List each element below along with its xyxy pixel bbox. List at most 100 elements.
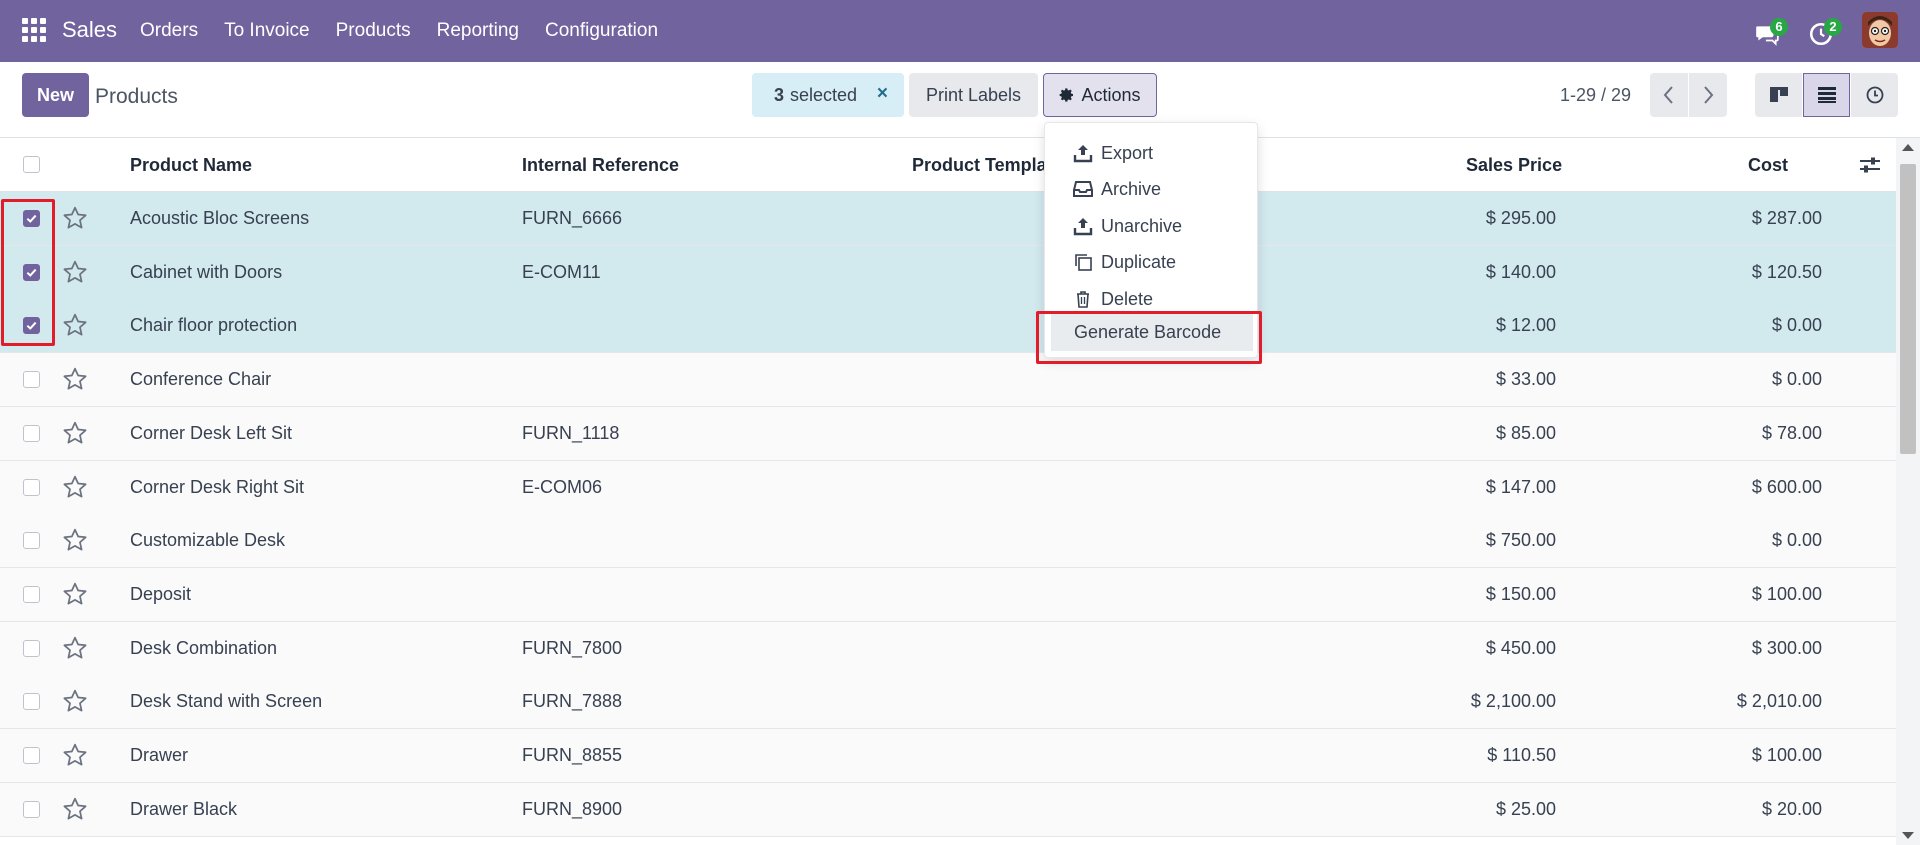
- cell-sales-price: $ 25.00: [1495, 798, 1556, 819]
- pager-previous-button[interactable]: [1650, 73, 1688, 117]
- menu-products[interactable]: Products: [336, 20, 411, 42]
- favorite-star-icon[interactable]: [62, 796, 88, 822]
- row-checkbox[interactable]: [23, 747, 40, 764]
- favorite-star-icon[interactable]: [62, 312, 88, 338]
- row-checkbox[interactable]: [23, 693, 40, 711]
- actions-button[interactable]: Actions: [1043, 73, 1157, 117]
- cell-sales-price: $ 150.00: [1485, 583, 1556, 604]
- action-export[interactable]: Export: [1073, 139, 1153, 167]
- action-unarchive-label: Unarchive: [1101, 215, 1183, 236]
- table-row[interactable]: Deposit $ 150.00 $ 100.00: [0, 567, 1896, 622]
- cell-cost: $ 2,010.00: [1736, 691, 1822, 712]
- action-delete[interactable]: Delete: [1073, 285, 1153, 313]
- activity-view-button[interactable]: [1851, 73, 1898, 117]
- cell-cost: $ 287.00: [1751, 208, 1822, 228]
- header-product-template[interactable]: Product Templa: [912, 155, 1047, 176]
- row-checkbox[interactable]: [23, 478, 40, 496]
- table-row[interactable]: Desk Combination FURN_7800 $ 450.00 $ 300.0…: [0, 621, 1896, 676]
- pager-value[interactable]: 1-29 / 29: [1560, 85, 1631, 106]
- table-row[interactable]: Conference Chair $ 33.00 $ 0.00: [0, 353, 1896, 408]
- header-sales-price[interactable]: Sales Price: [1466, 155, 1562, 176]
- action-duplicate-label: Duplicate: [1101, 251, 1177, 272]
- row-checkbox[interactable]: [23, 800, 40, 818]
- cell-internal-reference: FURN_7888: [522, 691, 623, 712]
- cell-sales-price: $ 110.50: [1487, 745, 1556, 765]
- row-checkbox[interactable]: [23, 317, 40, 335]
- activities-button[interactable]: 2: [1808, 15, 1842, 46]
- header-cost[interactable]: Cost: [1748, 155, 1788, 176]
- pager-next-button[interactable]: [1689, 73, 1727, 117]
- clear-selection-icon[interactable]: ×: [877, 83, 888, 105]
- chevron-left-icon: [1663, 86, 1673, 104]
- column-settings-icon[interactable]: [1858, 154, 1882, 176]
- selected-count: 3: [774, 84, 785, 105]
- table-row[interactable]: Corner Desk Right Sit E-COM06 $ 147.00 $ 60…: [0, 460, 1896, 515]
- activities-badge: 2: [1824, 18, 1842, 36]
- favorite-star-icon[interactable]: [62, 527, 88, 553]
- messages-button[interactable]: 6: [1754, 15, 1788, 46]
- favorite-star-icon[interactable]: [62, 420, 88, 446]
- favorite-star-icon[interactable]: [62, 474, 88, 500]
- cell-internal-reference: FURN_7800: [522, 637, 623, 658]
- print-labels-button[interactable]: Print Labels: [909, 73, 1038, 117]
- cell-product-name: Conference Chair: [130, 369, 272, 390]
- table-row[interactable]: Acoustic Bloc Screens FURN_6666 $ 295.00 $ …: [0, 192, 1896, 246]
- table-row[interactable]: Desk Stand with Screen FURN_7888 $ 2,100.0…: [0, 675, 1896, 730]
- header-product-name[interactable]: Product Name: [130, 155, 252, 176]
- inbox-icon: [1073, 181, 1093, 197]
- vertical-scrollbar[interactable]: [1896, 138, 1920, 845]
- table-row[interactable]: Chair floor protection $ 12.00 $ 0.00: [0, 299, 1896, 354]
- cell-internal-reference: FURN_8855: [522, 745, 623, 765]
- avatar-face-icon: [1862, 12, 1898, 48]
- scroll-up-arrow[interactable]: [1902, 144, 1914, 151]
- favorite-star-icon[interactable]: [62, 205, 88, 231]
- apps-menu-icon[interactable]: [22, 18, 46, 42]
- table-row[interactable]: Customizable Desk $ 750.00 $ 0.00: [0, 514, 1896, 569]
- action-archive[interactable]: Archive: [1073, 175, 1161, 203]
- favorite-star-icon[interactable]: [62, 635, 88, 661]
- favorite-star-icon[interactable]: [62, 742, 88, 768]
- menu-configuration[interactable]: Configuration: [545, 20, 658, 42]
- row-checkbox[interactable]: [23, 210, 40, 227]
- action-generate-barcode[interactable]: Generate Barcode: [1051, 313, 1253, 351]
- table-row[interactable]: Corner Desk Left Sit FURN_1118 $ 85.00 $ 78…: [0, 406, 1896, 461]
- favorite-star-icon[interactable]: [62, 366, 88, 392]
- menu-orders[interactable]: Orders: [140, 20, 198, 42]
- row-checkbox[interactable]: [23, 532, 40, 550]
- list-view-button[interactable]: [1803, 73, 1850, 117]
- cell-internal-reference: FURN_1118: [522, 422, 620, 443]
- cell-cost: $ 78.00: [1761, 422, 1822, 443]
- favorite-star-icon[interactable]: [62, 259, 88, 285]
- cell-cost: $ 100.00: [1751, 583, 1822, 604]
- app-brand[interactable]: Sales: [62, 17, 117, 43]
- scroll-down-arrow[interactable]: [1902, 832, 1914, 839]
- list-icon: [1817, 87, 1836, 103]
- user-avatar[interactable]: [1862, 12, 1898, 48]
- menu-reporting[interactable]: Reporting: [437, 20, 519, 42]
- kanban-view-button[interactable]: [1755, 73, 1802, 117]
- row-checkbox[interactable]: [23, 371, 40, 389]
- row-checkbox[interactable]: [23, 263, 40, 281]
- trash-icon: [1077, 291, 1089, 308]
- new-button[interactable]: New: [22, 73, 89, 117]
- table-row[interactable]: Cabinet with Doors E-COM11 $ 140.00 $ 120.5…: [0, 245, 1896, 300]
- table-row[interactable]: Drawer Black FURN_8900 $ 25.00 $ 20.00: [0, 782, 1896, 837]
- favorite-star-icon[interactable]: [62, 688, 88, 714]
- header-internal-reference[interactable]: Internal Reference: [522, 155, 679, 176]
- action-unarchive[interactable]: Unarchive: [1073, 212, 1182, 240]
- cell-sales-price: $ 12.00: [1495, 315, 1556, 336]
- scroll-thumb[interactable]: [1900, 164, 1916, 454]
- cell-product-name: Deposit: [130, 583, 192, 604]
- cell-internal-reference: E-COM06: [522, 476, 603, 497]
- favorite-star-icon[interactable]: [62, 581, 88, 607]
- cell-sales-price: $ 295.00: [1485, 208, 1556, 228]
- action-archive-label: Archive: [1101, 178, 1162, 199]
- row-checkbox[interactable]: [23, 424, 40, 442]
- table-row[interactable]: Drawer FURN_8855 $ 110.50 $ 100.00: [0, 729, 1896, 783]
- action-duplicate[interactable]: Duplicate: [1073, 248, 1176, 276]
- row-checkbox[interactable]: [23, 639, 40, 657]
- cell-sales-price: $ 147.00: [1485, 476, 1556, 497]
- menu-to-invoice[interactable]: To Invoice: [224, 20, 310, 42]
- select-all-checkbox[interactable]: [23, 156, 40, 173]
- row-checkbox[interactable]: [23, 585, 40, 603]
